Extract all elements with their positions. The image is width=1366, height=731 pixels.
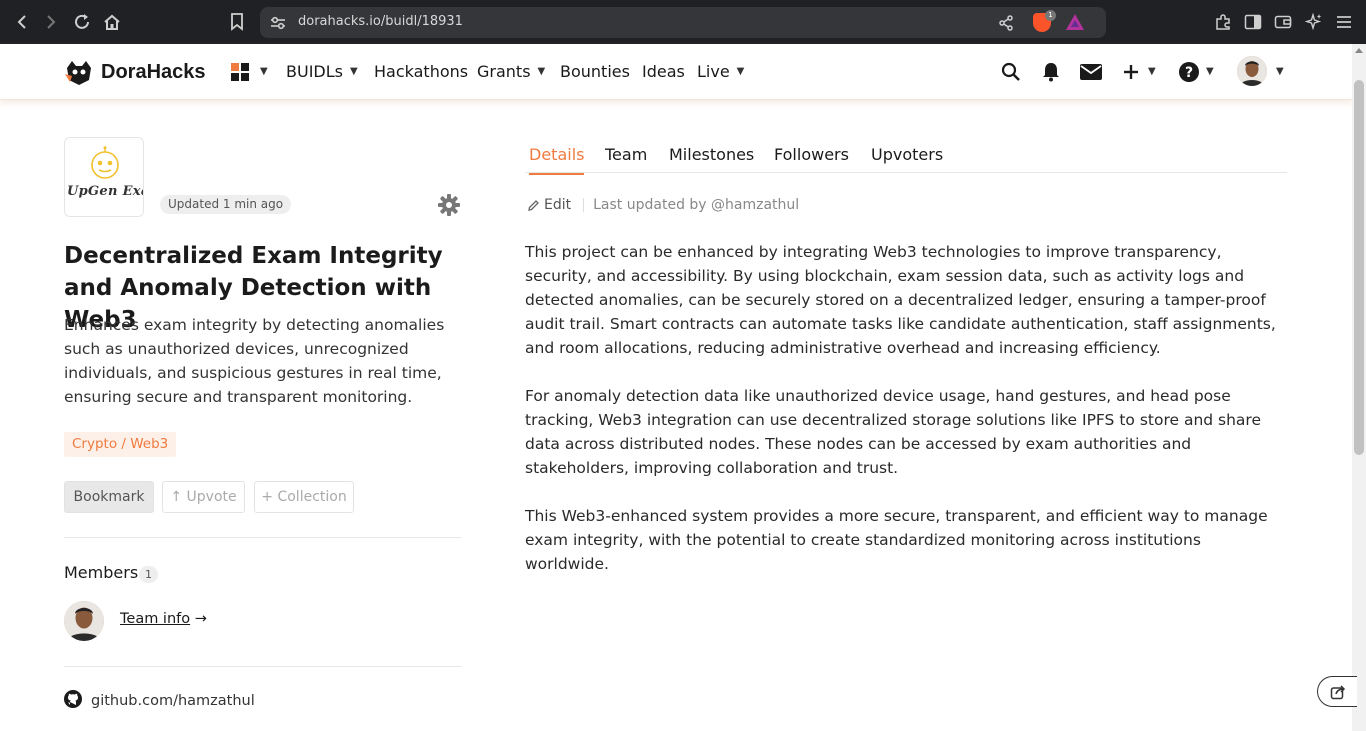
nav-ideas-label: Ideas: [642, 62, 685, 81]
site-settings-icon[interactable]: [270, 15, 285, 30]
nav-hackathons[interactable]: Hackathons: [374, 62, 468, 81]
edit-row: Edit Last updated by @hamzathul: [527, 197, 799, 213]
nav-ideas[interactable]: Ideas: [642, 62, 685, 81]
wallet-icon[interactable]: [1273, 12, 1293, 32]
chevron-down-icon[interactable]: ▼: [260, 66, 268, 77]
bookmark-icon[interactable]: [227, 12, 247, 32]
brave-rewards-icon[interactable]: [1066, 14, 1084, 30]
apps-grid-icon[interactable]: [231, 63, 249, 81]
nav-buidls-label: BUIDLs: [286, 62, 343, 81]
bell-icon[interactable]: [1039, 60, 1063, 84]
nav-bounties[interactable]: Bounties: [560, 62, 630, 81]
team-info-link[interactable]: Team info →: [120, 611, 207, 627]
pencil-icon: [528, 199, 539, 211]
member-avatar[interactable]: [64, 601, 104, 641]
plus-icon[interactable]: [1119, 60, 1143, 84]
category-tag[interactable]: Crypto / Web3: [64, 432, 177, 457]
updated-badge: Updated 1 min ago: [160, 195, 292, 214]
details-content: This project can be enhanced by integrat…: [525, 240, 1285, 600]
menu-icon[interactable]: [1334, 12, 1354, 32]
team-info-label: Team info: [120, 611, 191, 627]
edit-button[interactable]: Edit: [527, 197, 571, 213]
extensions-icon[interactable]: [1213, 12, 1233, 32]
forward-icon[interactable]: [41, 12, 61, 32]
chevron-down-icon: ▼: [537, 66, 546, 77]
tab-followers[interactable]: Followers: [774, 145, 849, 164]
chevron-down-icon[interactable]: ▼: [1148, 66, 1156, 77]
user-avatar[interactable]: [1237, 56, 1267, 86]
back-icon[interactable]: [12, 12, 32, 32]
separator: [583, 198, 585, 212]
mail-icon[interactable]: [1079, 60, 1103, 84]
help-icon[interactable]: ?: [1177, 60, 1201, 84]
chevron-down-icon[interactable]: ▼: [1276, 66, 1284, 77]
members-count-badge: 1: [139, 566, 158, 583]
dorahacks-logo[interactable]: DoraHacks: [64, 58, 206, 86]
github-url: github.com/hamzathul: [91, 693, 255, 709]
floating-share-button[interactable]: [1317, 676, 1357, 707]
project-logo-text: UpGen Exam: [67, 184, 143, 199]
nav-buidls[interactable]: BUIDLs ▼: [286, 62, 358, 81]
tab-bar: Details Team Milestones Followers Upvote…: [525, 140, 1287, 175]
home-icon[interactable]: [102, 12, 122, 32]
arrow-right-icon: →: [194, 611, 207, 627]
details-paragraph: This project can be enhanced by integrat…: [525, 243, 1276, 357]
browser-toolbar: dorahacks.io/buidl/18931 1: [0, 0, 1366, 44]
github-icon: [64, 690, 82, 712]
reload-icon[interactable]: [72, 12, 92, 32]
nav-live-label: Live: [697, 62, 730, 81]
search-icon[interactable]: [999, 60, 1023, 84]
project-description: Enhances exam integrity by detecting ano…: [64, 316, 445, 406]
share-icon[interactable]: [998, 15, 1014, 35]
site-header: DoraHacks ▼ BUIDLs ▼ Hackathons Grants ▼ B…: [0, 44, 1352, 100]
svg-text:?: ?: [1185, 65, 1193, 81]
nav-hackathons-label: Hackathons: [374, 62, 469, 81]
project-logo: UpGen Exam: [64, 137, 144, 217]
share-out-icon: [1330, 685, 1346, 700]
nav-live[interactable]: Live ▼: [697, 62, 744, 81]
members-heading: Members: [64, 563, 139, 582]
tab-team[interactable]: Team: [605, 145, 647, 164]
scrollbar-thumb[interactable]: [1354, 80, 1364, 455]
url-text: dorahacks.io/buidl/18931: [298, 14, 463, 29]
nav-bounties-label: Bounties: [560, 62, 630, 81]
sidebar-icon[interactable]: [1243, 12, 1263, 32]
scroll-up-arrow[interactable]: [1355, 48, 1363, 53]
github-link[interactable]: github.com/hamzathul: [64, 690, 255, 712]
leo-icon[interactable]: [1304, 12, 1324, 32]
chevron-down-icon: ▼: [736, 66, 745, 77]
tab-details[interactable]: Details: [529, 145, 585, 175]
shields-count: 1: [1045, 10, 1056, 21]
robot-icon: [91, 146, 119, 179]
details-paragraph: For anomaly detection data like unauthor…: [525, 387, 1262, 477]
bookmark-button[interactable]: Bookmark: [64, 481, 154, 513]
divider: [64, 537, 461, 538]
gear-icon[interactable]: [438, 194, 460, 216]
chevron-down-icon[interactable]: ▼: [1206, 66, 1214, 77]
add-collection-button[interactable]: + Collection: [254, 481, 354, 513]
edit-label: Edit: [544, 197, 572, 213]
tab-milestones[interactable]: Milestones: [669, 145, 754, 164]
nav-grants[interactable]: Grants ▼: [477, 62, 545, 81]
upvote-button[interactable]: ↑ Upvote: [162, 481, 245, 513]
details-paragraph: This Web3-enhanced system provides a mor…: [525, 507, 1268, 573]
chevron-down-icon: ▼: [349, 66, 358, 77]
divider: [64, 666, 461, 667]
brave-shields-icon[interactable]: 1: [1033, 10, 1056, 32]
tab-upvoters[interactable]: Upvoters: [871, 145, 943, 164]
last-updated-text: Last updated by @hamzathul: [593, 197, 800, 213]
nav-grants-label: Grants: [477, 62, 531, 81]
address-bar[interactable]: dorahacks.io/buidl/18931 1: [260, 7, 1106, 38]
dorahacks-logo-icon: [64, 58, 94, 86]
brand-name: DoraHacks: [101, 60, 206, 83]
